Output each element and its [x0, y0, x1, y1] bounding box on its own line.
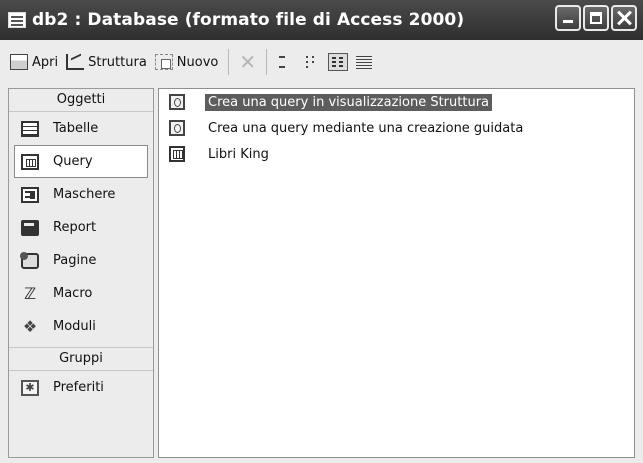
open-button[interactable]: Apri	[6, 49, 62, 75]
object-label: Query	[53, 154, 93, 169]
toolbar: Apri Struttura Nuovo ✕	[0, 40, 643, 84]
object-label: Macro	[53, 286, 93, 301]
table-icon	[21, 120, 39, 137]
object-reports[interactable]: Report	[9, 211, 153, 244]
object-tables[interactable]: Tabelle	[9, 112, 153, 145]
form-icon	[21, 186, 39, 203]
object-list: Crea una query in visualizzazione Strutt…	[158, 88, 635, 458]
window-title: db2 : Database (formato file di Access 2…	[32, 10, 465, 30]
new-icon	[154, 54, 173, 70]
object-label: Tabelle	[53, 121, 99, 136]
object-label: Maschere	[53, 187, 116, 202]
minimize-button[interactable]	[555, 5, 581, 31]
list-view-icon[interactable]	[328, 53, 349, 71]
objects-bar: Oggetti Tabelle Query Maschere Report Pa…	[8, 88, 154, 458]
toolbar-separator	[228, 49, 230, 75]
object-label: Moduli	[53, 319, 96, 334]
maximize-button[interactable]	[583, 5, 609, 31]
window-controls	[555, 5, 637, 31]
design-button[interactable]: Struttura	[62, 49, 151, 75]
list-item-label: Crea una query in visualizzazione Strutt…	[205, 93, 493, 111]
new-label: Nuovo	[176, 54, 219, 70]
object-forms[interactable]: Maschere	[9, 178, 153, 211]
group-label: Preferiti	[53, 380, 104, 395]
new-button[interactable]: Nuovo	[151, 49, 223, 75]
list-item-label: Libri King	[208, 146, 269, 162]
module-icon: ❖	[22, 316, 38, 336]
page-icon	[20, 251, 39, 269]
open-icon	[10, 54, 28, 70]
object-macros[interactable]: ℤ Macro	[9, 277, 153, 310]
object-queries[interactable]: Query	[14, 145, 148, 178]
design-label: Struttura	[88, 54, 147, 70]
database-icon	[8, 12, 26, 28]
list-item[interactable]: Crea una query in visualizzazione Strutt…	[159, 89, 634, 115]
design-wizard-icon	[169, 94, 185, 110]
list-item-label: Crea una query mediante una creazione gu…	[208, 120, 524, 136]
report-icon	[21, 219, 39, 236]
large-icons-view-icon[interactable]	[276, 53, 296, 71]
list-item[interactable]: Crea una query mediante una creazione gu…	[159, 115, 634, 141]
query-wizard-icon	[169, 120, 185, 136]
close-button[interactable]	[611, 5, 637, 31]
delete-icon[interactable]: ✕	[235, 52, 260, 72]
object-label: Pagine	[53, 253, 97, 268]
query-icon	[169, 146, 185, 162]
object-pages[interactable]: Pagine	[9, 244, 153, 277]
toolbar-separator	[266, 49, 268, 75]
design-icon	[66, 54, 85, 70]
object-modules[interactable]: ❖ Moduli	[9, 310, 153, 343]
object-label: Report	[53, 220, 97, 235]
query-icon	[21, 153, 39, 170]
group-favorites[interactable]: ✱ Preferiti	[9, 371, 153, 404]
macro-icon: ℤ	[23, 283, 37, 303]
favorites-icon: ✱	[21, 379, 39, 396]
objects-header[interactable]: Oggetti	[9, 89, 153, 112]
list-item[interactable]: Libri King	[159, 141, 634, 167]
title-bar[interactable]: db2 : Database (formato file di Access 2…	[0, 0, 643, 40]
details-view-icon[interactable]	[354, 53, 374, 71]
groups-header[interactable]: Gruppi	[9, 347, 153, 371]
open-label: Apri	[32, 54, 59, 70]
database-window: db2 : Database (formato file di Access 2…	[0, 0, 643, 463]
small-icons-view-icon[interactable]	[302, 53, 322, 71]
